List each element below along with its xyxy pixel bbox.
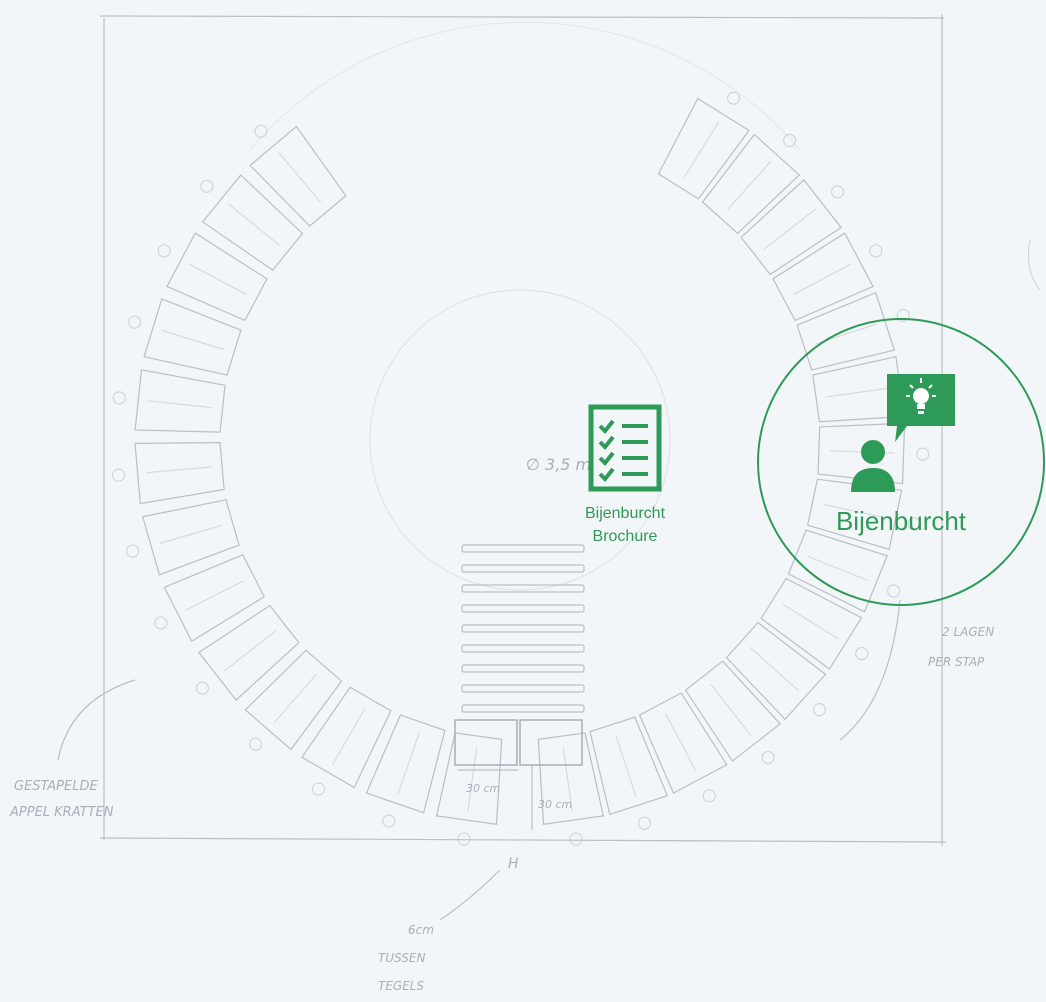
- stepping-tile: [461, 704, 585, 713]
- crate-slat: [224, 630, 277, 672]
- base-tile: [519, 719, 583, 766]
- crate-slat: [146, 400, 212, 409]
- crate-number-marker: [457, 832, 471, 846]
- annotation-left-2: APPEL KRATTEN: [9, 805, 114, 820]
- crate-number-marker: [254, 124, 268, 138]
- crate-number-marker: [126, 544, 140, 558]
- crate-number-marker: [249, 737, 263, 751]
- crate-number-marker: [783, 133, 797, 148]
- crate-number-marker: [154, 616, 168, 630]
- checklist-document-icon: [588, 404, 662, 492]
- crate-number-marker: [869, 244, 883, 258]
- crate-slat: [146, 466, 212, 474]
- annotation-right-2: PER STAP: [928, 655, 985, 669]
- annotations: GESTAPELDE APPEL KRATTEN 2 LAGEN PER STA…: [9, 625, 994, 993]
- crate-slat: [397, 732, 420, 795]
- crate-slat: [683, 121, 720, 178]
- crate-slat: [726, 160, 772, 211]
- annotation-left-1: GESTAPELDE: [14, 779, 98, 794]
- annotation-bottom-1: 6cm: [408, 923, 434, 937]
- crate-slat: [782, 603, 839, 640]
- apple-crate: [589, 716, 669, 816]
- annotation-bottom-3: TEGELS: [378, 979, 424, 993]
- crate-slat: [188, 263, 247, 295]
- stepping-tile: [461, 584, 585, 593]
- stepping-tile: [461, 644, 585, 653]
- crate-slat: [331, 708, 366, 766]
- crate-number-marker: [726, 91, 741, 105]
- brochure-label-line2: Brochure: [592, 528, 658, 545]
- crate-number-marker: [200, 179, 214, 193]
- base-tile: [454, 719, 518, 766]
- crate-number-marker: [157, 244, 171, 258]
- apple-crate: [740, 179, 842, 276]
- apple-crate: [435, 732, 503, 825]
- crate-number-marker: [311, 782, 326, 796]
- crate-number-marker: [702, 789, 716, 803]
- crate-slat: [710, 683, 752, 736]
- stepping-tile: [461, 664, 585, 673]
- crate-number-marker: [195, 681, 210, 695]
- crate-number-marker: [637, 816, 652, 830]
- bijenburcht-label: Bijenburcht: [835, 506, 967, 536]
- annotation-bottom-2: TUSSEN: [378, 951, 426, 965]
- dim-width-label: 30 cm: [466, 782, 500, 795]
- stepping-tile: [461, 604, 585, 613]
- crate-slat: [665, 713, 697, 772]
- apple-crate: [143, 298, 242, 376]
- crate-slat: [763, 208, 816, 250]
- stepping-tile: [461, 684, 585, 693]
- crate-slat: [159, 524, 223, 544]
- person-idea-lightbulb-icon: [851, 374, 955, 492]
- apple-crate: [657, 97, 750, 200]
- stepping-tile: [461, 564, 585, 573]
- crate-slat: [749, 646, 800, 692]
- brochure-label-line1: Bijenburcht: [584, 505, 666, 522]
- crate-number-marker: [761, 750, 775, 765]
- dim-height-label: 30 cm: [538, 798, 572, 811]
- crate-number-marker: [112, 391, 126, 405]
- annotation-right-1: 2 LAGEN: [942, 625, 994, 639]
- apple-crate: [772, 232, 874, 322]
- bijenburcht-hotspot[interactable]: Bijenburcht: [757, 318, 1045, 606]
- marker-h: H: [508, 856, 519, 872]
- crate-slat: [615, 734, 637, 797]
- stepping-tiles: [454, 544, 585, 766]
- apple-crate: [198, 604, 300, 701]
- outer-arc: [839, 599, 901, 741]
- apple-crate: [201, 174, 304, 271]
- crate-number-marker: [382, 814, 396, 828]
- stepping-tile: [461, 624, 585, 633]
- crate-slat: [161, 329, 224, 350]
- crate-number-marker: [128, 315, 142, 329]
- apple-crate: [638, 692, 728, 794]
- crate-slat: [467, 746, 478, 812]
- brochure-link[interactable]: Bijenburcht Brochure: [555, 404, 695, 548]
- crate-slat: [793, 263, 852, 295]
- apple-crate: [365, 714, 446, 814]
- crate-slat: [273, 673, 318, 724]
- crate-number-marker: [569, 832, 583, 846]
- apple-crate: [141, 499, 240, 576]
- crate-number-marker: [830, 185, 845, 199]
- crate-number-marker: [855, 646, 869, 661]
- crate-slat: [185, 580, 245, 611]
- apple-crate: [684, 660, 781, 762]
- crate-number-marker: [111, 468, 126, 482]
- crate-number-marker: [812, 703, 827, 717]
- crate-slat: [228, 203, 280, 246]
- apple-crate: [301, 686, 392, 789]
- crate-slat: [278, 152, 322, 203]
